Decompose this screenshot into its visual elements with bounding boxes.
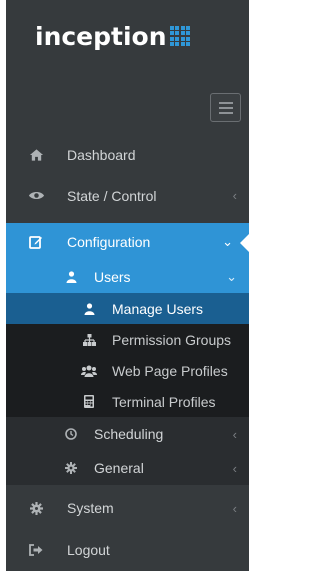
calculator-icon bbox=[80, 393, 98, 411]
sidebar-item-logout[interactable]: Logout bbox=[6, 531, 249, 569]
sidebar-item-label: Dashboard bbox=[67, 147, 136, 163]
brand-logo[interactable]: inception bbox=[35, 20, 191, 52]
chevron-down-icon: ⌄ bbox=[226, 269, 237, 284]
sidebar: inception Dashboard State / Control ‹ Co… bbox=[6, 0, 250, 571]
sidebar-menu: Dashboard State / Control ‹ Configuratio… bbox=[6, 136, 250, 569]
sidebar-item-label: System bbox=[67, 500, 114, 516]
sidebar-item-permission-groups[interactable]: Permission Groups bbox=[6, 324, 249, 355]
sidebar-toggle-button[interactable] bbox=[210, 93, 241, 122]
sidebar-item-scheduling[interactable]: Scheduling ‹ bbox=[6, 417, 249, 451]
sidebar-item-system[interactable]: System ‹ bbox=[6, 485, 249, 531]
sidebar-item-terminal-profiles[interactable]: Terminal Profiles bbox=[6, 386, 249, 417]
chevron-left-icon: ‹ bbox=[232, 460, 237, 476]
brand-grid-icon bbox=[169, 25, 191, 47]
sidebar-item-general[interactable]: General ‹ bbox=[6, 451, 249, 485]
sidebar-item-label: Manage Users bbox=[112, 300, 204, 317]
chevron-left-icon: ‹ bbox=[232, 426, 237, 442]
sidebar-item-label: State / Control bbox=[67, 187, 157, 204]
gear-icon bbox=[27, 499, 45, 517]
sidebar-item-label: Users bbox=[94, 269, 131, 285]
sitemap-icon bbox=[80, 331, 98, 349]
sidebar-item-manage-users[interactable]: Manage Users bbox=[6, 293, 249, 324]
user-icon bbox=[80, 300, 98, 318]
sidebar-item-label: Configuration bbox=[67, 234, 151, 250]
clock-icon bbox=[62, 425, 80, 443]
home-icon bbox=[27, 146, 45, 164]
sidebar-item-label: Terminal Profiles bbox=[112, 393, 216, 410]
sidebar-item-dashboard[interactable]: Dashboard bbox=[6, 136, 249, 174]
sign-out-icon bbox=[27, 541, 45, 559]
active-indicator bbox=[240, 233, 250, 253]
hamburger-icon bbox=[218, 101, 233, 104]
edit-icon bbox=[27, 233, 45, 251]
sidebar-item-configuration[interactable]: Configuration ⌄ bbox=[6, 223, 250, 261]
sidebar-item-users[interactable]: Users ⌄ bbox=[6, 261, 249, 293]
sidebar-item-state-control[interactable]: State / Control ‹ bbox=[6, 174, 249, 217]
user-icon bbox=[62, 268, 80, 286]
users-icon bbox=[80, 362, 98, 380]
sidebar-item-label: Scheduling bbox=[94, 426, 164, 442]
eye-icon bbox=[27, 187, 45, 205]
chevron-left-icon: ‹ bbox=[232, 188, 237, 203]
sidebar-item-label: Logout bbox=[67, 542, 110, 558]
chevron-left-icon: ‹ bbox=[232, 500, 237, 516]
gear-icon bbox=[62, 459, 80, 477]
chevron-down-icon: ⌄ bbox=[222, 234, 233, 249]
brand-name: inception bbox=[35, 21, 167, 51]
sidebar-item-web-page-profiles[interactable]: Web Page Profiles bbox=[6, 355, 249, 386]
sidebar-item-label: Permission Groups bbox=[112, 331, 232, 348]
sidebar-item-label: Web Page Profiles bbox=[112, 362, 228, 379]
sidebar-item-label: General bbox=[94, 460, 144, 476]
